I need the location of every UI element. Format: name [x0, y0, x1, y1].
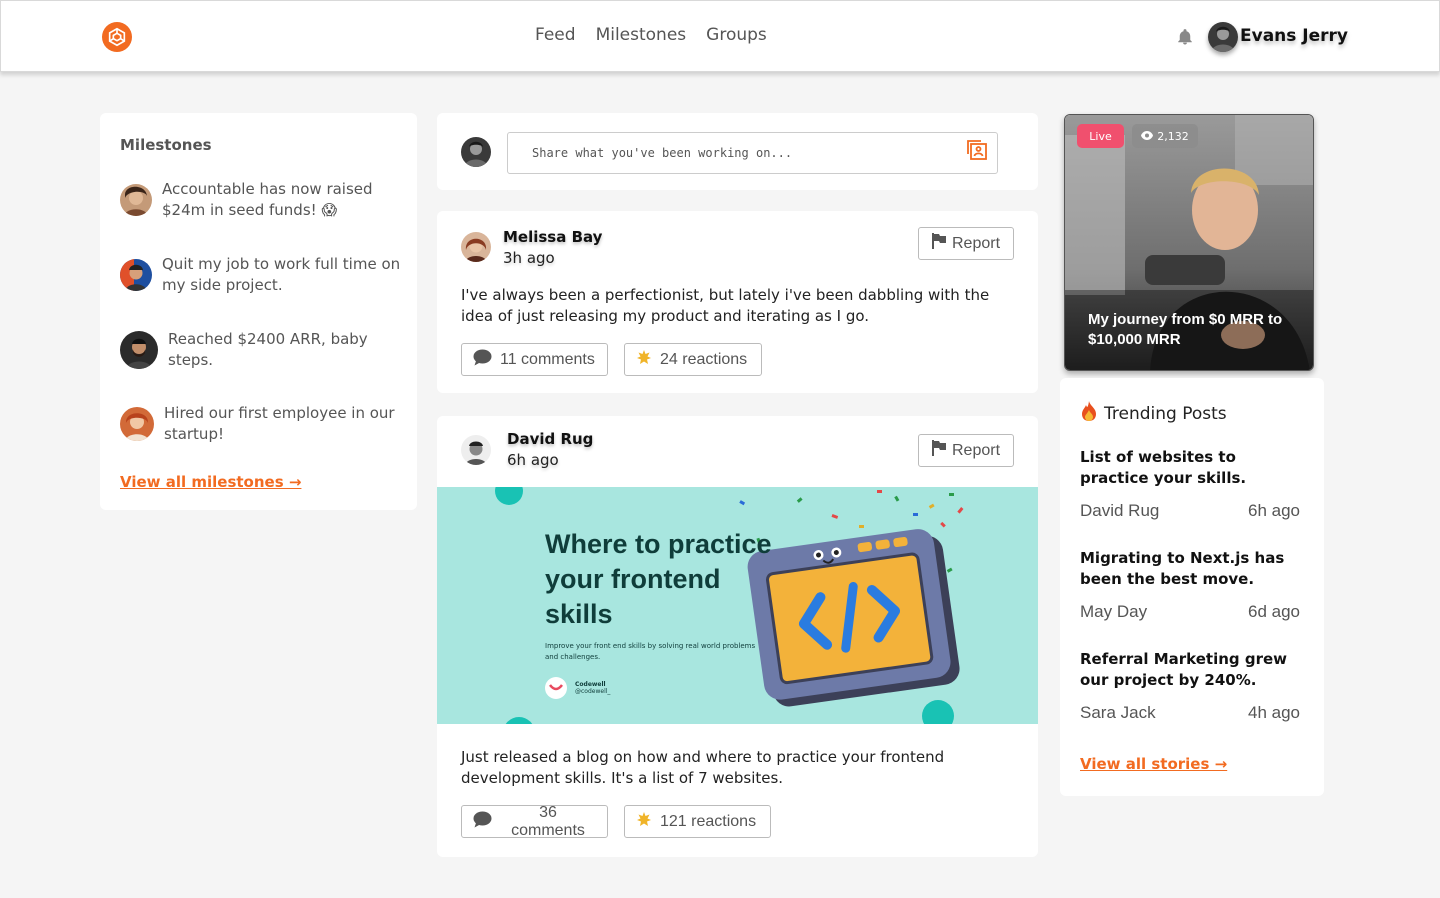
milestone-text: Accountable has now raised $24m in seed …	[162, 180, 373, 219]
trending-item-title: Referral Marketing grew our project by 2…	[1080, 650, 1288, 689]
view-all-stories-link[interactable]: View all stories →	[1080, 755, 1227, 773]
milestone-item[interactable]: Reached $2400 ARR, baby steps.	[120, 329, 408, 371]
comments-count: 11 comments	[500, 350, 595, 368]
milestone-text: Quit my job to work full time on my side…	[162, 255, 401, 294]
report-button[interactable]: Report	[918, 434, 1014, 467]
reactions-button[interactable]: 121 reactions	[624, 805, 771, 838]
avatar	[120, 259, 152, 291]
post-time: 6h ago	[507, 451, 559, 469]
trending-item-time: 6d ago	[1248, 602, 1300, 621]
image-subtext: Improve your front end skills by solving…	[545, 642, 756, 661]
report-label: Report	[951, 441, 1001, 459]
report-button[interactable]: Report	[918, 227, 1014, 260]
trending-item-time: 4h ago	[1248, 703, 1300, 722]
fire-icon	[1080, 400, 1098, 427]
comment-icon	[473, 349, 492, 371]
brand-name: Codewell	[575, 681, 606, 688]
trending-item-title: Migrating to Next.js has been the best m…	[1080, 549, 1285, 588]
flag-icon	[931, 440, 946, 461]
trending-item[interactable]: Migrating to Next.js has been the best m…	[1080, 548, 1300, 622]
milestone-item[interactable]: Hired our first employee in our startup!	[120, 403, 404, 445]
post-author[interactable]: David Rug	[507, 430, 593, 448]
logo-icon[interactable]	[102, 22, 132, 52]
milestone-item[interactable]: Accountable has now raised $24m in seed …	[120, 179, 402, 221]
trending-title-text: Trending Posts	[1104, 403, 1227, 424]
nav-feed[interactable]: Feed	[535, 25, 576, 45]
add-image-icon[interactable]	[965, 138, 989, 162]
main-nav: Feed Milestones Groups	[535, 25, 767, 45]
post-author[interactable]: Melissa Bay	[503, 228, 602, 246]
reactions-count: 121 reactions	[660, 812, 757, 830]
bell-icon[interactable]	[1176, 28, 1194, 46]
report-label: Report	[951, 234, 1001, 252]
trending-title: Trending Posts	[1080, 400, 1227, 427]
avatar[interactable]	[461, 232, 491, 262]
post-card: David Rug 6h ago Report Where to practic…	[437, 416, 1038, 857]
live-title: My journey from $0 MRR to $10,000 MRR	[1088, 311, 1283, 348]
avatar	[120, 407, 154, 441]
reactions-count: 24 reactions	[660, 350, 748, 368]
image-headline: Where to practice your frontend skills	[545, 529, 772, 629]
trending-item[interactable]: List of websites to practice your skills…	[1080, 447, 1300, 521]
views-count: 2,132	[1157, 129, 1189, 143]
view-all-milestones-link[interactable]: View all milestones →	[120, 473, 301, 491]
avatar[interactable]	[461, 435, 491, 465]
live-stream-card[interactable]: Live 2,132 My journey from $0 MRR to $10…	[1064, 114, 1314, 371]
live-badge: Live	[1077, 124, 1124, 148]
eye-icon	[1141, 130, 1154, 143]
milestone-item[interactable]: Quit my job to work full time on my side…	[120, 254, 402, 296]
nav-milestones[interactable]: Milestones	[596, 25, 687, 45]
avatar	[120, 331, 158, 369]
share-post-input[interactable]	[507, 132, 998, 174]
comments-count: 36 comments	[511, 803, 585, 839]
post-time: 3h ago	[503, 249, 555, 267]
comment-icon	[473, 811, 492, 833]
reactions-button[interactable]: 24 reactions	[624, 343, 762, 376]
user-avatar	[461, 137, 491, 167]
user-avatar[interactable]	[1208, 22, 1238, 52]
post-card: Melissa Bay 3h ago Report I've always be…	[437, 211, 1038, 393]
nav-groups[interactable]: Groups	[706, 25, 767, 45]
comments-button[interactable]: 36 comments	[461, 803, 608, 839]
post-image[interactable]: Where to practice your frontend skills I…	[437, 487, 1038, 724]
user-name[interactable]: Evans Jerry	[1240, 26, 1348, 46]
reaction-icon	[636, 811, 652, 832]
avatar	[120, 184, 152, 216]
top-nav-bar: Feed Milestones Groups Evans Jerry	[0, 0, 1440, 72]
flag-icon	[931, 233, 946, 254]
trending-item-author: May Day	[1080, 602, 1148, 621]
milestone-text: Hired our first employee in our startup!	[164, 404, 395, 443]
milestones-title: Milestones	[120, 136, 212, 154]
trending-item-title: List of websites to practice your skills…	[1080, 448, 1247, 487]
views-badge: 2,132	[1132, 124, 1198, 148]
trending-item-time: 6h ago	[1248, 501, 1300, 520]
comments-button[interactable]: 11 comments	[461, 343, 608, 376]
post-body: I've always been a perfectionist, but la…	[461, 286, 990, 325]
reaction-icon	[636, 349, 652, 370]
trending-item-author: Sara Jack	[1080, 703, 1156, 722]
milestone-text: Reached $2400 ARR, baby steps.	[168, 330, 368, 369]
brand-logo-icon	[545, 677, 567, 699]
trending-posts-card: Trending Posts List of websites to pract…	[1060, 378, 1324, 796]
milestones-card: Milestones Accountable has now raised $2…	[100, 113, 417, 510]
post-body: Just released a blog on how and where to…	[461, 748, 945, 787]
image-brand: Codewell @codewell_	[545, 677, 610, 699]
brand-handle: @codewell_	[575, 688, 611, 695]
trending-item-author: David Rug	[1080, 501, 1160, 520]
trending-item[interactable]: Referral Marketing grew our project by 2…	[1080, 649, 1300, 723]
post-composer	[437, 113, 1038, 190]
